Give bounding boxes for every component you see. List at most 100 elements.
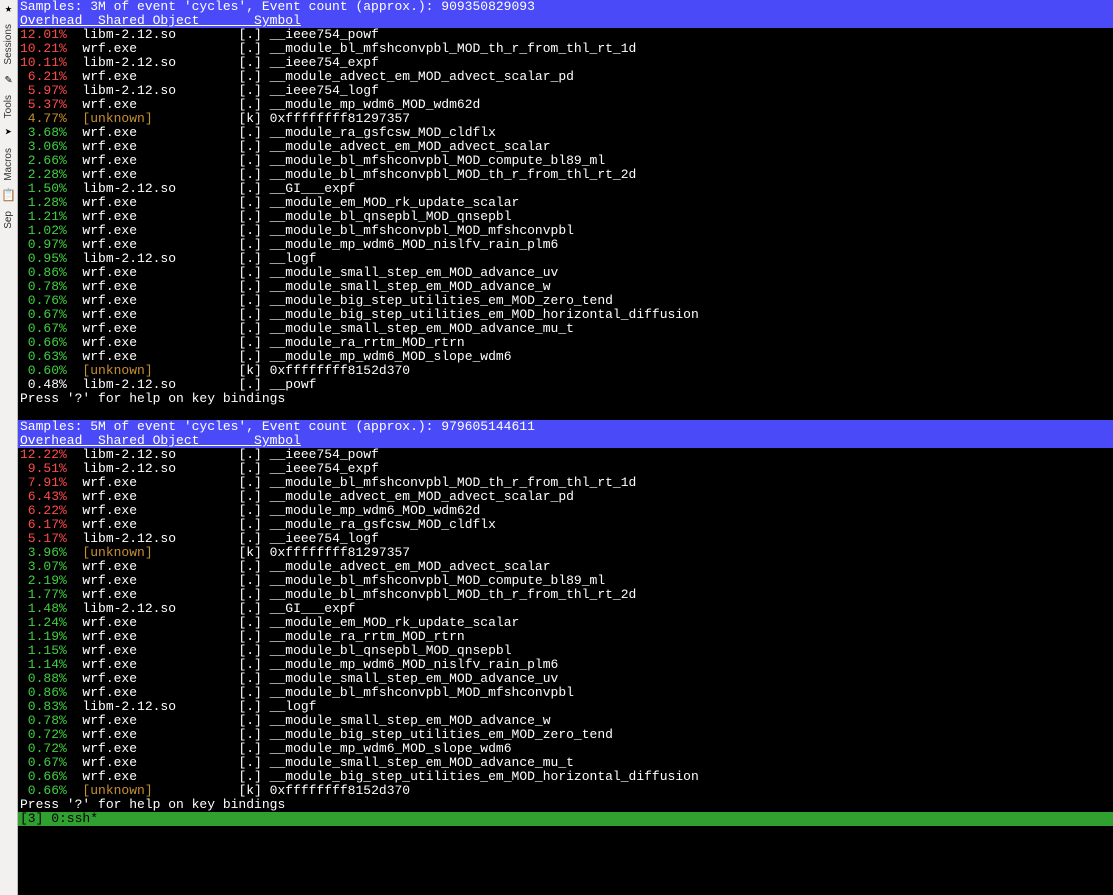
perf-row[interactable]: 12.22% libm-2.12.so [.] __ieee754_powf (18, 448, 1113, 462)
perf-row[interactable]: 2.28% wrf.exe [.] __module_bl_mfshconvpb… (18, 168, 1113, 182)
shared-object: wrf.exe (82, 769, 238, 784)
perf-row[interactable]: 0.86% wrf.exe [.] __module_bl_mfshconvpb… (18, 686, 1113, 700)
symbol-origin: [.] (238, 195, 269, 210)
perf-row[interactable]: 6.43% wrf.exe [.] __module_advect_em_MOD… (18, 490, 1113, 504)
overhead-percent: 0.48% (20, 377, 67, 392)
perf-row[interactable]: 1.28% wrf.exe [.] __module_em_MOD_rk_upd… (18, 196, 1113, 210)
perf-row[interactable]: 9.51% libm-2.12.so [.] __ieee754_expf (18, 462, 1113, 476)
overhead-percent: 3.68% (20, 125, 67, 140)
help-footer: Press '?' for help on key bindings (18, 392, 1113, 406)
symbol-origin: [.] (238, 629, 269, 644)
perf-row[interactable]: 0.63% wrf.exe [.] __module_mp_wdm6_MOD_s… (18, 350, 1113, 364)
shared-object: libm-2.12.so (82, 83, 238, 98)
symbol-name: __module_bl_mfshconvpbl_MOD_mfshconvpbl (270, 223, 574, 238)
rows-container: 12.01% libm-2.12.so [.] __ieee754_powf10… (18, 28, 1113, 392)
perf-row[interactable]: 6.21% wrf.exe [.] __module_advect_em_MOD… (18, 70, 1113, 84)
perf-row[interactable]: 6.22% wrf.exe [.] __module_mp_wdm6_MOD_w… (18, 504, 1113, 518)
perf-row[interactable]: 2.19% wrf.exe [.] __module_bl_mfshconvpb… (18, 574, 1113, 588)
perf-row[interactable]: 3.07% wrf.exe [.] __module_advect_em_MOD… (18, 560, 1113, 574)
perf-row[interactable]: 0.78% wrf.exe [.] __module_small_step_em… (18, 714, 1113, 728)
macros-tab[interactable]: Macros (2, 148, 16, 181)
perf-row[interactable]: 7.91% wrf.exe [.] __module_bl_mfshconvpb… (18, 476, 1113, 490)
perf-row[interactable]: 5.37% wrf.exe [.] __module_mp_wdm6_MOD_w… (18, 98, 1113, 112)
perf-row[interactable]: 1.77% wrf.exe [.] __module_bl_mfshconvpb… (18, 588, 1113, 602)
overhead-percent: 0.78% (20, 713, 67, 728)
perf-row[interactable]: 1.21% wrf.exe [.] __module_bl_qnsepbl_MO… (18, 210, 1113, 224)
perf-row[interactable]: 5.17% libm-2.12.so [.] __ieee754_logf (18, 532, 1113, 546)
perf-row[interactable]: 0.97% wrf.exe [.] __module_mp_wdm6_MOD_n… (18, 238, 1113, 252)
overhead-percent: 0.86% (20, 265, 67, 280)
perf-row[interactable]: 1.14% wrf.exe [.] __module_mp_wdm6_MOD_n… (18, 658, 1113, 672)
overhead-percent: 0.88% (20, 671, 67, 686)
symbol-name: __module_mp_wdm6_MOD_nislfv_rain_plm6 (270, 237, 559, 252)
perf-row[interactable]: 1.48% libm-2.12.so [.] __GI___expf (18, 602, 1113, 616)
perf-row[interactable]: 1.19% wrf.exe [.] __module_ra_rrtm_MOD_r… (18, 630, 1113, 644)
perf-row[interactable]: 0.48% libm-2.12.so [.] __powf (18, 378, 1113, 392)
symbol-origin: [.] (238, 279, 269, 294)
perf-row[interactable]: 0.86% wrf.exe [.] __module_small_step_em… (18, 266, 1113, 280)
perf-row[interactable]: 0.88% wrf.exe [.] __module_small_step_em… (18, 672, 1113, 686)
pane-title: Samples: 3M of event 'cycles', Event cou… (18, 0, 1113, 14)
play-icon[interactable]: ➤ (2, 126, 16, 140)
symbol-name: __module_bl_mfshconvpbl_MOD_th_r_from_th… (270, 587, 637, 602)
perf-row[interactable]: 1.02% wrf.exe [.] __module_bl_mfshconvpb… (18, 224, 1113, 238)
perf-row[interactable]: 1.50% libm-2.12.so [.] __GI___expf (18, 182, 1113, 196)
shared-object: wrf.exe (82, 167, 238, 182)
perf-row[interactable]: 0.60% [unknown] [k] 0xffffffff8152d370 (18, 364, 1113, 378)
symbol-origin: [.] (238, 559, 269, 574)
perf-row[interactable]: 4.77% [unknown] [k] 0xffffffff81297357 (18, 112, 1113, 126)
tmux-status-bar[interactable]: [3] 0:ssh* (18, 812, 1113, 826)
sessions-tab[interactable]: Sessions (2, 24, 16, 65)
overhead-percent: 0.72% (20, 741, 67, 756)
overhead-percent: 1.48% (20, 601, 67, 616)
symbol-origin: [k] (238, 111, 269, 126)
perf-row[interactable]: 0.72% wrf.exe [.] __module_big_step_util… (18, 728, 1113, 742)
shared-object: wrf.exe (82, 293, 238, 308)
perf-report-pane-top[interactable]: Samples: 3M of event 'cycles', Event cou… (18, 0, 1113, 406)
perf-row[interactable]: 1.24% wrf.exe [.] __module_em_MOD_rk_upd… (18, 616, 1113, 630)
symbol-origin: [.] (238, 181, 269, 196)
star-icon[interactable]: ★ (2, 2, 16, 16)
overhead-percent: 10.11% (20, 55, 67, 70)
overhead-percent: 5.97% (20, 83, 67, 98)
perf-row[interactable]: 0.67% wrf.exe [.] __module_big_step_util… (18, 308, 1113, 322)
perf-row[interactable]: 12.01% libm-2.12.so [.] __ieee754_powf (18, 28, 1113, 42)
perf-row[interactable]: 10.21% wrf.exe [.] __module_bl_mfshconvp… (18, 42, 1113, 56)
clipboard-icon[interactable]: 📋 (2, 189, 16, 203)
perf-report-pane-bottom[interactable]: Samples: 5M of event 'cycles', Event cou… (18, 420, 1113, 812)
shared-object: wrf.exe (82, 41, 238, 56)
perf-row[interactable]: 0.66% wrf.exe [.] __module_ra_rrtm_MOD_r… (18, 336, 1113, 350)
perf-row[interactable]: 10.11% libm-2.12.so [.] __ieee754_expf (18, 56, 1113, 70)
overhead-percent: 6.43% (20, 489, 67, 504)
perf-row[interactable]: 0.78% wrf.exe [.] __module_small_step_em… (18, 280, 1113, 294)
symbol-name: __logf (270, 251, 317, 266)
perf-row[interactable]: 0.66% wrf.exe [.] __module_big_step_util… (18, 770, 1113, 784)
perf-row[interactable]: 0.67% wrf.exe [.] __module_small_step_em… (18, 756, 1113, 770)
perf-row[interactable]: 6.17% wrf.exe [.] __module_ra_gsfcsw_MOD… (18, 518, 1113, 532)
perf-row[interactable]: 0.83% libm-2.12.so [.] __logf (18, 700, 1113, 714)
symbol-name: __module_small_step_em_MOD_advance_mu_t (270, 321, 574, 336)
shared-object: wrf.exe (82, 587, 238, 602)
symbol-name: __module_bl_qnsepbl_MOD_qnsepbl (270, 643, 512, 658)
overhead-percent: 9.51% (20, 461, 67, 476)
overhead-percent: 2.28% (20, 167, 67, 182)
tools-tab[interactable]: Tools (2, 95, 16, 118)
perf-row[interactable]: 0.67% wrf.exe [.] __module_small_step_em… (18, 322, 1113, 336)
perf-row[interactable]: 2.66% wrf.exe [.] __module_bl_mfshconvpb… (18, 154, 1113, 168)
shared-object: wrf.exe (82, 223, 238, 238)
perf-row[interactable]: 1.15% wrf.exe [.] __module_bl_qnsepbl_MO… (18, 644, 1113, 658)
symbol-origin: [.] (238, 489, 269, 504)
perf-row[interactable]: 3.68% wrf.exe [.] __module_ra_gsfcsw_MOD… (18, 126, 1113, 140)
sep-tab[interactable]: Sep (2, 211, 16, 229)
perf-row[interactable]: 3.96% [unknown] [k] 0xffffffff81297357 (18, 546, 1113, 560)
perf-row[interactable]: 5.97% libm-2.12.so [.] __ieee754_logf (18, 84, 1113, 98)
pencil-icon[interactable]: ✎ (2, 73, 16, 87)
perf-row[interactable]: 0.66% [unknown] [k] 0xffffffff8152d370 (18, 784, 1113, 798)
perf-row[interactable]: 0.76% wrf.exe [.] __module_big_step_util… (18, 294, 1113, 308)
perf-row[interactable]: 0.95% libm-2.12.so [.] __logf (18, 252, 1113, 266)
shared-object: libm-2.12.so (82, 377, 238, 392)
symbol-name: __ieee754_logf (270, 531, 379, 546)
perf-row[interactable]: 3.06% wrf.exe [.] __module_advect_em_MOD… (18, 140, 1113, 154)
perf-row[interactable]: 0.72% wrf.exe [.] __module_mp_wdm6_MOD_s… (18, 742, 1113, 756)
symbol-name: __ieee754_expf (270, 461, 379, 476)
